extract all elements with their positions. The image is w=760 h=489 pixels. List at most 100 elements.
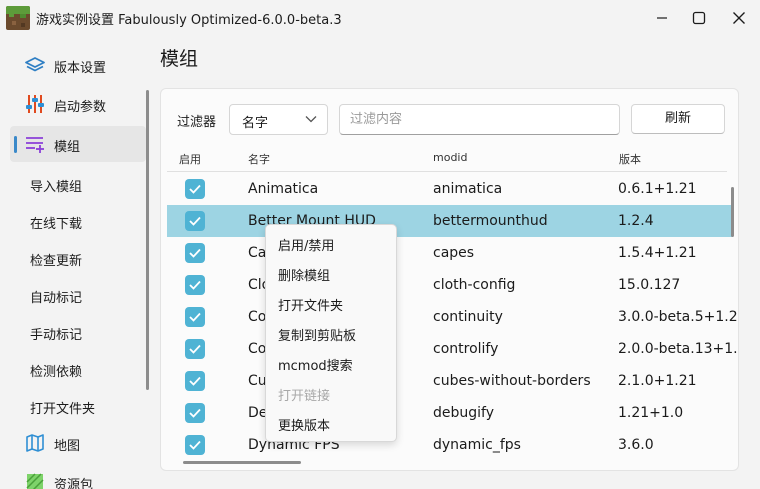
header-divider: [167, 171, 727, 172]
enabled-checkbox[interactable]: [185, 243, 205, 263]
sidebar-subitem-online-download[interactable]: 在线下载: [30, 213, 82, 232]
sidebar: 版本设置 启动参数 模组 导入模组 在线下载 检查更新 自动标记 手动标记 检测…: [0, 40, 152, 489]
check-icon: [189, 248, 201, 258]
mod-id: continuity: [433, 309, 503, 325]
sidebar-item-label: 资源包: [54, 478, 94, 489]
enabled-checkbox[interactable]: [185, 275, 205, 295]
mod-version: 2.1.0+1.21: [618, 373, 697, 389]
sidebar-item-mods[interactable]: 模组: [10, 126, 146, 162]
mod-version: 1.21+1.0: [618, 405, 684, 421]
maximize-icon: [692, 11, 706, 25]
mod-id: cubes-without-borders: [433, 373, 591, 389]
list-add-icon: [26, 137, 44, 153]
column-header-name[interactable]: 名字: [248, 151, 270, 167]
table-row[interactable]: Clo cloth-config 15.0.127: [167, 269, 733, 301]
menu-item-copy-clipboard[interactable]: 复制到剪贴板: [278, 325, 356, 344]
sidebar-item-resource-packs[interactable]: 资源包: [10, 464, 146, 489]
context-menu: 启用/禁用 删除模组 打开文件夹 复制到剪贴板 mcmod搜索 打开链接 更换版…: [265, 224, 397, 442]
refresh-button[interactable]: 刷新: [631, 104, 725, 134]
grass-block-icon: [6, 6, 30, 30]
sidebar-subitem-manual-tag[interactable]: 手动标记: [30, 324, 82, 343]
sidebar-subitem-auto-tag[interactable]: 自动标记: [30, 287, 82, 306]
enabled-checkbox[interactable]: [185, 307, 205, 327]
page-title: 模组: [160, 48, 199, 70]
title-bar: 游戏实例设置 Fabulously Optimized-6.0.0-beta.3: [0, 0, 760, 36]
sliders-icon: [26, 95, 44, 113]
mod-version: 1.5.4+1.21: [618, 245, 697, 261]
check-icon: [189, 280, 201, 290]
check-icon: [189, 216, 201, 226]
mod-version: 2.0.0-beta.13+1.2: [618, 341, 739, 357]
sidebar-item-label: 版本设置: [54, 61, 107, 76]
menu-item-change-version[interactable]: 更换版本: [278, 415, 330, 434]
column-header-version[interactable]: 版本: [619, 151, 641, 167]
sidebar-item-label: 启动参数: [54, 100, 107, 115]
mods-panel: 过滤器 名字 刷新 启用 名字 modid 版本 Animatica anima…: [160, 88, 739, 471]
sidebar-subitem-open-folder[interactable]: 打开文件夹: [30, 398, 95, 417]
mod-id: controlify: [433, 341, 499, 357]
close-button[interactable]: [722, 4, 756, 32]
sidebar-subitem-check-deps[interactable]: 检测依赖: [30, 361, 82, 380]
menu-item-mcmod-search[interactable]: mcmod搜索: [278, 355, 353, 374]
enabled-checkbox[interactable]: [185, 371, 205, 391]
layers-icon: [25, 57, 45, 72]
map-icon: [26, 434, 44, 452]
table-row[interactable]: De debugify 1.21+1.0: [167, 397, 733, 429]
enabled-checkbox[interactable]: [185, 339, 205, 359]
table-row[interactable]: Ca capes 1.5.4+1.21: [167, 237, 733, 269]
enabled-checkbox[interactable]: [185, 403, 205, 423]
sidebar-scrollbar[interactable]: [146, 90, 149, 390]
mod-name: Animatica: [248, 181, 319, 197]
check-icon: [189, 408, 201, 418]
check-icon: [189, 344, 201, 354]
mod-id: dynamic_fps: [433, 437, 521, 453]
resource-pack-icon: [26, 473, 44, 489]
mod-id: bettermounthud: [433, 213, 548, 229]
sidebar-item-label: 模组: [54, 140, 81, 155]
enabled-checkbox[interactable]: [185, 211, 205, 231]
filter-field-select[interactable]: 名字: [229, 104, 328, 135]
filter-input[interactable]: [339, 104, 620, 135]
table-row-selected[interactable]: Better Mount HUD bettermounthud 1.2.4: [167, 205, 733, 237]
sidebar-subitem-import-mods[interactable]: 导入模组: [30, 176, 82, 195]
enabled-checkbox[interactable]: [185, 179, 205, 199]
filter-field-value: 名字: [242, 116, 269, 131]
window-title: 游戏实例设置 Fabulously Optimized-6.0.0-beta.3: [36, 13, 342, 28]
mod-version: 3.0.0-beta.5+1.21: [618, 309, 739, 325]
table-horizontal-scrollbar[interactable]: [183, 461, 301, 464]
chevron-down-icon: [305, 116, 317, 123]
sidebar-item-version-settings[interactable]: 版本设置: [10, 47, 146, 83]
menu-item-delete-mod[interactable]: 删除模组: [278, 265, 330, 284]
mod-version: 0.6.1+1.21: [618, 181, 697, 197]
mod-version: 15.0.127: [618, 277, 681, 293]
table-row[interactable]: Co controlify 2.0.0-beta.13+1.2: [167, 333, 738, 365]
check-icon: [189, 440, 201, 450]
check-icon: [189, 376, 201, 386]
mod-id: cloth-config: [433, 277, 516, 293]
mod-version: 3.6.0: [618, 437, 654, 453]
menu-item-open-link: 打开链接: [278, 389, 331, 404]
sidebar-item-label: 地图: [54, 439, 81, 454]
selection-indicator: [14, 136, 17, 153]
table-row[interactable]: Cu rs cubes-without-borders 2.1.0+1.21: [167, 365, 733, 397]
sidebar-subitem-check-updates[interactable]: 检查更新: [30, 250, 82, 269]
column-header-enabled[interactable]: 启用: [179, 151, 201, 167]
close-icon: [733, 12, 745, 24]
mod-version: 1.2.4: [618, 213, 654, 229]
maximize-button[interactable]: [682, 4, 716, 32]
table-row[interactable]: Animatica animatica 0.6.1+1.21: [167, 173, 733, 205]
table-row[interactable]: Co continuity 3.0.0-beta.5+1.21: [167, 301, 738, 333]
enabled-checkbox[interactable]: [185, 435, 205, 455]
table-row[interactable]: Dynamic FPS dynamic_fps 3.6.0: [167, 429, 733, 461]
sidebar-item-maps[interactable]: 地图: [10, 425, 146, 461]
sidebar-item-launch-args[interactable]: 启动参数: [10, 86, 146, 122]
mod-id: animatica: [433, 181, 503, 197]
minimize-button[interactable]: [645, 4, 679, 32]
mod-id: capes: [433, 245, 475, 261]
menu-item-open-folder[interactable]: 打开文件夹: [278, 295, 343, 314]
table-vertical-scrollbar[interactable]: [731, 187, 734, 237]
menu-item-toggle-enable[interactable]: 启用/禁用: [278, 235, 334, 254]
minimize-icon: [657, 17, 667, 19]
check-icon: [189, 312, 201, 322]
column-header-modid[interactable]: modid: [433, 151, 467, 164]
